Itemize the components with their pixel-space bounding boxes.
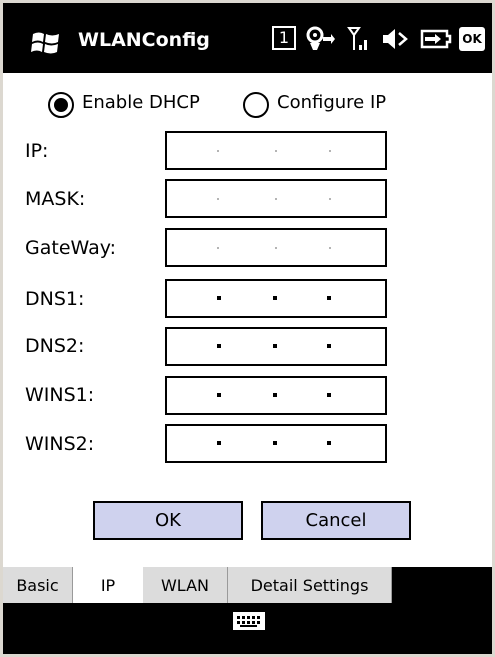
octet-separator	[217, 393, 221, 397]
ok-icon-label: OK	[462, 32, 482, 46]
enable-dhcp-radio[interactable]	[48, 92, 74, 118]
windows-flag-icon[interactable]	[31, 30, 61, 56]
octet-separator	[329, 247, 331, 249]
octet-separator	[275, 198, 277, 200]
octet-separator	[327, 344, 331, 348]
tab-ip[interactable]: IP	[73, 567, 143, 603]
app-title: WLANConfig	[78, 29, 210, 51]
octet-separator	[273, 344, 277, 348]
octet-separator	[275, 247, 277, 249]
battery-charging-icon[interactable]	[419, 26, 453, 52]
tab-wlan[interactable]: WLAN	[143, 567, 228, 603]
wins1-label: WINS1:	[25, 384, 95, 406]
connectivity-icon[interactable]	[304, 26, 336, 52]
octet-separator	[329, 150, 331, 152]
octet-separator	[327, 393, 331, 397]
octet-separator	[329, 198, 331, 200]
dns2-field[interactable]	[165, 327, 387, 366]
ok-button[interactable]: OK	[93, 501, 243, 540]
tab-detail-settings[interactable]: Detail Settings	[228, 567, 392, 603]
ip-address-field[interactable]	[165, 131, 387, 170]
mask-label: MASK:	[25, 188, 86, 210]
cancel-button[interactable]: Cancel	[261, 501, 411, 540]
ip-label: IP:	[25, 140, 49, 162]
gateway-field[interactable]	[165, 228, 387, 267]
keyboard-icon[interactable]	[233, 612, 265, 630]
configure-ip-radio[interactable]	[243, 92, 269, 118]
wins1-field[interactable]	[165, 376, 387, 415]
dns2-label: DNS2:	[25, 335, 85, 357]
mask-field[interactable]	[165, 179, 387, 218]
dns1-field[interactable]	[165, 279, 387, 318]
tab-basic[interactable]: Basic	[3, 567, 73, 603]
octet-separator	[275, 150, 277, 152]
octet-separator	[273, 393, 277, 397]
volume-muted-icon[interactable]	[381, 26, 411, 52]
octet-separator	[217, 150, 219, 152]
octet-separator	[273, 296, 277, 300]
gateway-label: GateWay:	[25, 237, 116, 259]
enable-dhcp-label[interactable]: Enable DHCP	[82, 92, 200, 113]
wins2-field[interactable]	[165, 424, 387, 463]
octet-separator	[217, 441, 221, 445]
octet-separator	[327, 296, 331, 300]
dns1-label: DNS1:	[25, 288, 85, 310]
signal-icon[interactable]	[347, 26, 369, 52]
octet-separator	[217, 198, 219, 200]
octet-separator	[273, 441, 277, 445]
configure-ip-label[interactable]: Configure IP	[277, 92, 386, 113]
octet-separator	[217, 247, 219, 249]
ok-icon[interactable]: OK	[459, 27, 485, 51]
octet-separator	[327, 441, 331, 445]
octet-separator	[217, 296, 221, 300]
one-icon[interactable]: 1	[272, 26, 296, 50]
wins2-label: WINS2:	[25, 433, 95, 455]
octet-separator	[217, 344, 221, 348]
